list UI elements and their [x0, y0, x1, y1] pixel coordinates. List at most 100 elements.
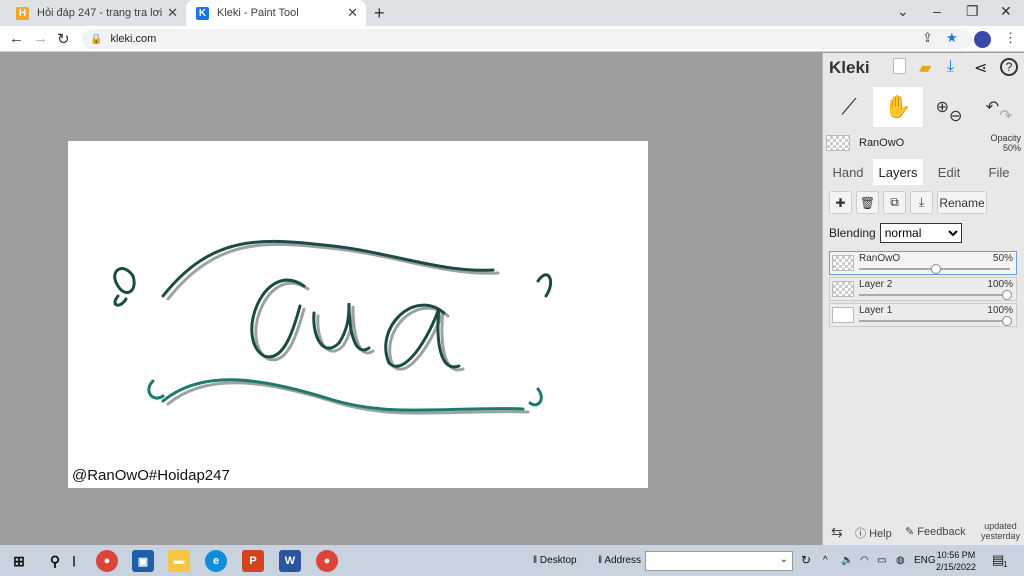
layer-opacity-knob[interactable]: [1002, 290, 1012, 300]
forward-icon[interactable]: →: [33, 30, 48, 47]
merge-layer-button[interactable]: ⤓: [910, 191, 933, 214]
redo-icon[interactable]: ↷: [999, 106, 1012, 126]
kleki-favicon-icon: K: [196, 6, 209, 20]
clock[interactable]: 10:56 PM 2/15/2022: [936, 549, 976, 573]
drawing-canvas[interactable]: @RanOwO#Hoidap247: [68, 141, 648, 488]
taskbar-address-input[interactable]: ⌄: [645, 551, 793, 571]
undo-icon[interactable]: ↶: [986, 97, 999, 117]
chrome-icon[interactable]: ●: [96, 550, 118, 572]
powerpoint-icon[interactable]: P: [242, 550, 264, 572]
rename-layer-button[interactable]: Rename: [937, 191, 987, 214]
layer-opacity-slider[interactable]: [859, 294, 1010, 296]
profile-avatar[interactable]: [974, 31, 991, 48]
duplicate-layer-button[interactable]: ⧉: [883, 191, 906, 214]
workspace: @RanOwO#Hoidap247: [0, 53, 822, 545]
layer-thumbnail: [832, 281, 854, 297]
layer-opacity: 100%: [987, 305, 1013, 316]
tab-kleki[interactable]: K Kleki - Paint Tool ✕: [186, 0, 366, 26]
zoom-tool[interactable]: ⊕ ⊖: [927, 87, 971, 127]
tab-title: Kleki - Paint Tool: [217, 7, 299, 19]
reload-icon[interactable]: ↻: [57, 30, 70, 48]
wifi-icon[interactable]: ◠: [860, 555, 869, 566]
layer-item-ranowo[interactable]: RanOwO 50%: [829, 251, 1017, 275]
new-tab-icon[interactable]: +: [374, 3, 385, 24]
layer-item-layer-1[interactable]: Layer 1 100%: [829, 303, 1017, 327]
chrome-profile-icon[interactable]: ●: [316, 550, 338, 572]
chevron-down-icon[interactable]: ⌄: [780, 554, 788, 565]
help-icon[interactable]: ?: [1000, 58, 1018, 76]
current-layer-info: RanOwO Opacity 50%: [823, 133, 1024, 155]
windows-start-icon[interactable]: ⊞: [8, 550, 30, 572]
blending-select[interactable]: normal: [879, 223, 962, 243]
desktop-toolbar[interactable]: ‖ Desktop: [533, 555, 577, 566]
zoom-in-icon[interactable]: ⊕: [936, 97, 949, 117]
close-icon[interactable]: ✕: [167, 5, 178, 21]
back-icon[interactable]: ←: [9, 30, 24, 47]
share-icon[interactable]: ⇪: [922, 30, 933, 46]
duplicate-icon: ⧉: [890, 195, 899, 209]
feedback-icon: ✎: [905, 526, 915, 538]
word-icon[interactable]: W: [279, 550, 301, 572]
tray-expand-icon[interactable]: ^: [823, 555, 828, 566]
close-icon[interactable]: ✕: [347, 5, 358, 21]
restore-icon[interactable]: ❐: [966, 3, 979, 20]
watermark-text: @RanOwO#Hoidap247: [72, 467, 230, 484]
battery-icon[interactable]: ▭: [877, 555, 886, 566]
blending-label: Blending: [829, 226, 876, 240]
tab-file[interactable]: File: [979, 159, 1019, 185]
canvas-drawing: [113, 239, 552, 415]
help-link[interactable]: ⓘ Help: [855, 525, 892, 541]
updated-info[interactable]: updated yesterday: [981, 521, 1020, 541]
go-refresh-icon[interactable]: ↻: [801, 553, 811, 567]
chevron-down-icon[interactable]: ⌄: [897, 3, 909, 20]
bookmark-star-icon[interactable]: ★: [946, 30, 958, 46]
layer-name: Layer 2: [859, 279, 893, 290]
volume-icon[interactable]: 🔈: [841, 555, 853, 566]
new-image-icon[interactable]: [893, 58, 906, 74]
merge-down-icon: ⤓: [918, 195, 925, 209]
file-explorer-icon[interactable]: ▬: [168, 550, 190, 572]
layer-opacity-slider[interactable]: [859, 320, 1010, 322]
feedback-link[interactable]: ✎ Feedback: [905, 525, 966, 538]
download-icon[interactable]: ⤓: [947, 58, 954, 76]
undo-redo-tool[interactable]: ↶ ↷: [977, 87, 1021, 127]
layer-opacity-knob[interactable]: [1002, 316, 1012, 326]
tab-layers[interactable]: Layers: [873, 159, 923, 185]
tab-edit[interactable]: Edit: [929, 159, 969, 185]
layer-thumbnail: [832, 255, 854, 271]
hand-icon: ✋: [884, 94, 912, 119]
hand-tool[interactable]: ✋: [873, 87, 923, 127]
address-toolbar: ‖ Address: [598, 555, 642, 566]
share-icon[interactable]: ⋖: [974, 58, 987, 78]
network-icon[interactable]: ◍: [896, 555, 905, 566]
kleki-logo: Kleki: [829, 58, 870, 77]
minimize-icon[interactable]: –: [933, 3, 941, 19]
search-icon[interactable]: ⚲: [44, 550, 66, 572]
delete-layer-button[interactable]: 🗑: [856, 191, 879, 214]
swap-sides-icon[interactable]: ⇆: [831, 524, 843, 541]
layer-opacity: 100%: [987, 279, 1013, 290]
zoom-out-icon[interactable]: ⊖: [949, 106, 962, 126]
add-layer-button[interactable]: ✚: [829, 191, 852, 214]
layer-name: Layer 1: [859, 305, 893, 316]
open-folder-icon[interactable]: ▰: [919, 58, 931, 78]
store-icon[interactable]: ▣: [132, 550, 154, 572]
menu-dots-icon[interactable]: ⋮: [1004, 30, 1017, 46]
layer-opacity-knob[interactable]: [930, 264, 941, 274]
language-indicator[interactable]: ENG: [914, 555, 936, 566]
clock-date: 2/15/2022: [936, 562, 977, 572]
hoidap-favicon-icon: H: [16, 6, 29, 20]
url-field[interactable]: 🔒 kleki.com: [82, 29, 972, 49]
edge-icon[interactable]: e: [205, 550, 227, 572]
panel-tabs: Hand Layers Edit File: [823, 159, 1024, 185]
brush-tool[interactable]: ⟋: [827, 87, 871, 127]
window-close-icon[interactable]: ✕: [1000, 3, 1012, 20]
layer-thumbnail: [832, 307, 854, 323]
task-view-icon[interactable]: |: [70, 550, 78, 572]
plus-icon: ✚: [835, 195, 846, 210]
tab-hand[interactable]: Hand: [827, 159, 869, 185]
layer-thumbnail: [826, 135, 850, 151]
panel-header: Kleki ▰ ⤓ ⋖ ?: [823, 53, 1024, 83]
tab-hoidap[interactable]: H Hỏi đáp 247 - trang tra lơi ✕: [6, 0, 186, 26]
layer-item-layer-2[interactable]: Layer 2 100%: [829, 277, 1017, 301]
